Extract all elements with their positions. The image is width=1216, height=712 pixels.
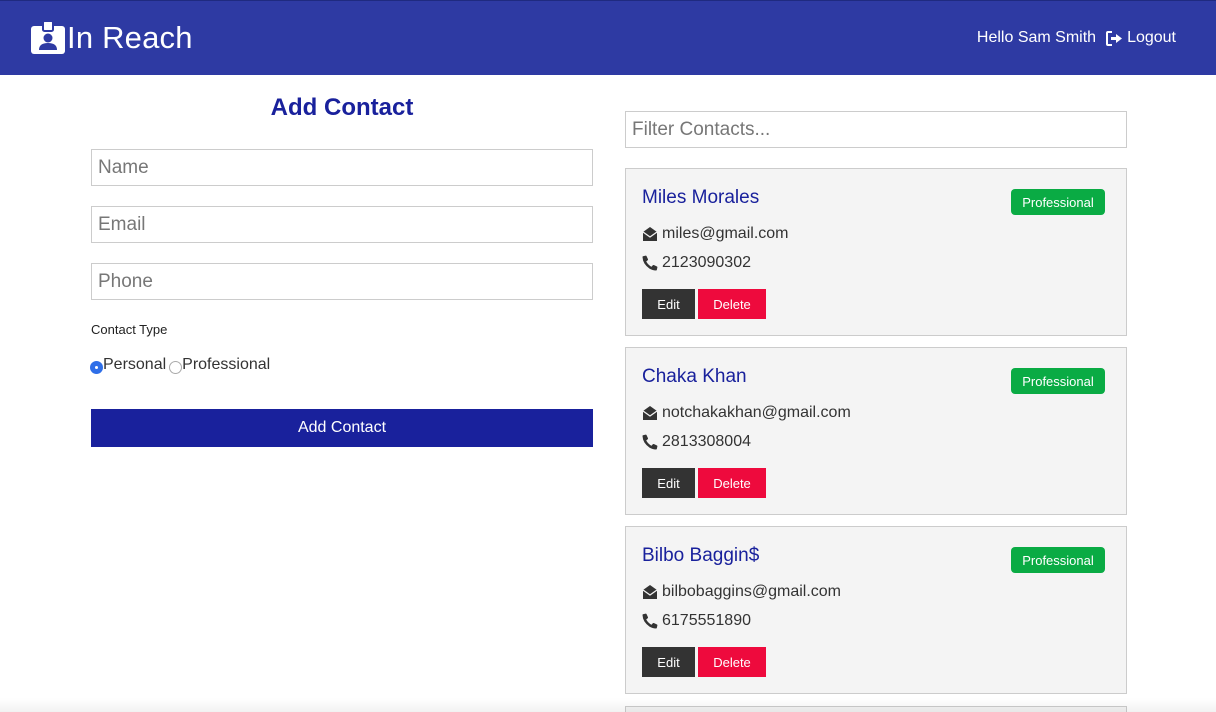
contact-phone: 2123090302 [662,254,751,271]
envelope-open-icon [642,227,658,241]
nav-right: Hello Sam Smith Logout [977,27,1176,49]
email-input[interactable] [91,206,593,243]
contact-phone-row: 2813308004 [642,433,751,451]
personal-radio-label: Personal [103,356,167,373]
contact-card: Bilbo Baggin$ Professional bilbobaggins@… [625,526,1127,694]
phone-icon [642,613,658,629]
filter-contacts-input[interactable] [625,111,1127,148]
edit-button[interactable]: Edit [642,468,695,498]
id-badge-icon [31,20,65,54]
contact-phone: 2813308004 [662,433,751,450]
envelope-open-icon [642,406,658,420]
add-contact-button[interactable]: Add Contact [91,409,593,447]
contact-type-badge: Professional [1011,547,1105,573]
contact-type-badge: Professional [1011,368,1105,394]
contact-email: miles@gmail.com [662,225,789,242]
contact-type-label: Contact Type [91,322,168,337]
contact-card: Miles Morales Professional miles@gmail.c… [625,168,1127,336]
logout-label: Logout [1127,29,1176,46]
contact-phone-row: 6175551890 [642,612,751,630]
edit-button[interactable]: Edit [642,289,695,319]
edit-button[interactable]: Edit [642,647,695,677]
name-input[interactable] [91,149,593,186]
professional-radio[interactable] [169,360,183,374]
professional-radio-label: Professional [182,356,271,373]
phone-input[interactable] [91,263,593,300]
navbar: In Reach Hello Sam Smith Logout [0,0,1216,75]
contact-card-partial [625,706,1127,712]
contact-phone-row: 2123090302 [642,254,751,272]
phone-icon [642,434,658,450]
contact-phone: 6175551890 [662,612,751,629]
brand[interactable]: In Reach [30,18,193,58]
envelope-open-icon [642,585,658,599]
contact-name: Bilbo Baggin$ [642,545,760,566]
contact-email-row: miles@gmail.com [642,225,788,243]
user-greeting: Hello Sam Smith [976,29,1097,46]
brand-title: In Reach [67,20,193,55]
delete-button[interactable]: Delete [698,289,766,319]
contact-name: Chaka Khan [642,366,747,387]
form-title: Add Contact [270,94,414,121]
contact-type-radios: Personal Professional [90,355,273,375]
contact-email-row: bilbobaggins@gmail.com [642,583,841,601]
contact-card: Chaka Khan Professional notchakakhan@gma… [625,347,1127,515]
contact-name: Miles Morales [642,187,760,208]
personal-radio[interactable] [90,360,103,374]
contact-type-badge: Professional [1011,189,1105,215]
logout-link[interactable]: Logout [1106,29,1176,47]
contact-email: notchakakhan@gmail.com [662,404,851,421]
contact-email-row: notchakakhan@gmail.com [642,404,851,422]
sign-out-icon [1106,30,1123,46]
delete-button[interactable]: Delete [698,468,766,498]
phone-icon [642,255,658,271]
delete-button[interactable]: Delete [698,647,766,677]
contact-email: bilbobaggins@gmail.com [662,583,841,600]
